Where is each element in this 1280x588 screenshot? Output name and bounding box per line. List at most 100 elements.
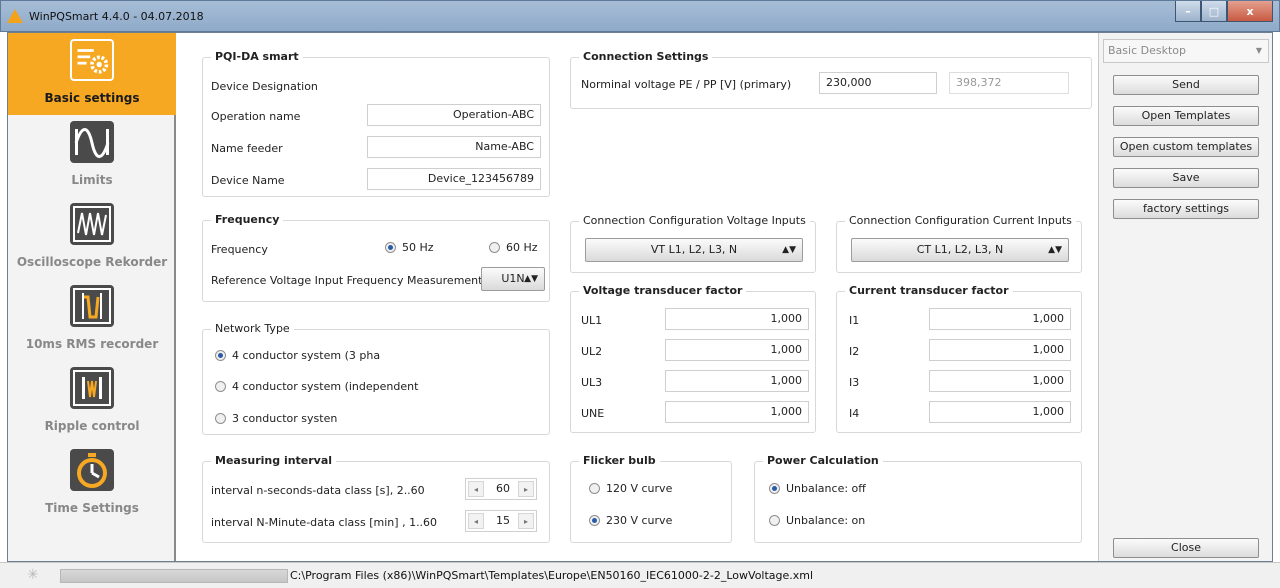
decrement-button[interactable]: ◂ bbox=[468, 513, 484, 529]
open-templates-button[interactable]: Open Templates bbox=[1113, 106, 1259, 126]
sidebar-item-label: Basic settings bbox=[44, 91, 140, 105]
nominal-voltage-pp-input: 398,372 bbox=[949, 72, 1069, 94]
flicker-120v-radio[interactable]: 120 V curve bbox=[589, 482, 672, 495]
network-4-conductor-3pha-radio[interactable]: 4 conductor system (3 pha bbox=[215, 349, 380, 362]
maximize-button[interactable]: □ bbox=[1201, 1, 1227, 22]
radio-label: Unbalance: off bbox=[786, 482, 866, 495]
network-4-conductor-independent-radio[interactable]: 4 conductor system (independent bbox=[215, 380, 418, 393]
radio-dot bbox=[589, 515, 600, 526]
une-input[interactable]: 1,000 bbox=[665, 401, 809, 423]
power-calculation-group: Power Calculation Unbalance: off Unbalan… bbox=[754, 454, 1082, 543]
sidebar-item-time-settings[interactable]: Time Settings bbox=[8, 443, 176, 525]
window-controls: – □ x bbox=[1175, 1, 1273, 23]
unbalance-on-radio[interactable]: Unbalance: on bbox=[769, 514, 865, 527]
group-title: Connection Settings bbox=[579, 50, 713, 63]
sidebar-item-ripple-control[interactable]: Ripple control bbox=[8, 361, 176, 443]
sidebar: Basic settings Limits Oscilloscope Rekor… bbox=[8, 33, 176, 561]
sidebar-item-basic-settings[interactable]: Basic settings bbox=[8, 33, 176, 115]
stepper-value: 15 bbox=[496, 514, 510, 527]
radio-label: 3 conductor systen bbox=[232, 412, 338, 425]
ul3-input[interactable]: 1,000 bbox=[665, 370, 809, 392]
n-seconds-stepper[interactable]: ◂ 60 ▸ bbox=[465, 478, 537, 500]
group-title: Connection Configuration Voltage Inputs bbox=[579, 214, 810, 227]
current-inputs-select[interactable]: CT L1, L2, L3, N ▲▼ bbox=[851, 238, 1069, 262]
main-window: Basic settings Limits Oscilloscope Rekor… bbox=[7, 32, 1273, 562]
reference-voltage-select[interactable]: U1N ▲▼ bbox=[481, 267, 545, 291]
ul3-label: UL3 bbox=[581, 376, 603, 389]
stopwatch-icon bbox=[70, 449, 114, 491]
frequency-50hz-radio[interactable]: 50 Hz bbox=[385, 241, 434, 254]
i1-input[interactable]: 1,000 bbox=[929, 308, 1071, 330]
pqi-da-smart-group: PQI-DA smart Device Designation Operatio… bbox=[202, 50, 550, 197]
open-custom-templates-button[interactable]: Open custom templates bbox=[1113, 137, 1259, 157]
i3-label: I3 bbox=[849, 376, 860, 389]
close-button[interactable]: Close bbox=[1113, 538, 1259, 558]
group-title: Current transducer factor bbox=[845, 284, 1013, 297]
preset-select[interactable]: Basic Desktop ▼ bbox=[1103, 39, 1269, 63]
group-title: Power Calculation bbox=[763, 454, 883, 467]
actions-panel: Basic Desktop ▼ Send Open Templates Open… bbox=[1098, 33, 1272, 561]
voltage-inputs-select[interactable]: VT L1, L2, L3, N ▲▼ bbox=[585, 238, 803, 262]
nominal-voltage-pe-input[interactable]: 230,000 bbox=[819, 72, 937, 94]
close-window-button[interactable]: x bbox=[1227, 1, 1273, 22]
n-seconds-label: interval n-seconds-data class [s], 2..60 bbox=[211, 484, 425, 497]
name-feeder-label: Name feeder bbox=[211, 142, 283, 155]
title-bar: WinPQSmart 4.4.0 - 04.07.2018 – □ x bbox=[0, 0, 1280, 32]
select-value: U1N bbox=[501, 272, 525, 285]
ul1-label: UL1 bbox=[581, 314, 603, 327]
group-title: Frequency bbox=[211, 213, 284, 226]
network-3-conductor-radio[interactable]: 3 conductor systen bbox=[215, 412, 337, 425]
radio-label: 4 conductor system (independent bbox=[232, 380, 419, 393]
ul2-input[interactable]: 1,000 bbox=[665, 339, 809, 361]
radio-label: 50 Hz bbox=[402, 241, 434, 254]
group-title: Measuring interval bbox=[211, 454, 337, 467]
unbalance-off-radio[interactable]: Unbalance: off bbox=[769, 482, 866, 495]
device-name-input[interactable]: Device_123456789 bbox=[367, 168, 541, 190]
chevron-down-icon: ▼ bbox=[1255, 46, 1262, 55]
sidebar-item-label: Time Settings bbox=[45, 501, 139, 515]
progress-fill bbox=[61, 570, 287, 582]
operation-name-input[interactable]: Operation-ABC bbox=[367, 104, 541, 126]
i4-input[interactable]: 1,000 bbox=[929, 401, 1071, 423]
decrement-button[interactable]: ◂ bbox=[468, 481, 484, 497]
group-title: Voltage transducer factor bbox=[579, 284, 747, 297]
send-button[interactable]: Send bbox=[1113, 75, 1259, 95]
oscilloscope-icon bbox=[70, 203, 114, 245]
i4-label: I4 bbox=[849, 407, 860, 420]
voltage-inputs-config-group: Connection Configuration Voltage Inputs … bbox=[570, 214, 816, 273]
group-title: PQI-DA smart bbox=[211, 50, 303, 63]
sidebar-item-limits[interactable]: Limits bbox=[8, 115, 176, 197]
une-label: UNE bbox=[581, 407, 605, 420]
i3-input[interactable]: 1,000 bbox=[929, 370, 1071, 392]
radio-dot bbox=[385, 242, 396, 253]
flicker-bulb-group: Flicker bulb 120 V curve 230 V curve bbox=[570, 454, 732, 543]
current-inputs-config-group: Connection Configuration Current Inputs … bbox=[836, 214, 1082, 273]
select-value: CT L1, L2, L3, N bbox=[916, 243, 1004, 256]
frequency-60hz-radio[interactable]: 60 Hz bbox=[489, 241, 538, 254]
factory-settings-button[interactable]: factory settings bbox=[1113, 199, 1259, 219]
radio-dot bbox=[215, 350, 226, 361]
sidebar-item-rms-recorder[interactable]: 10ms RMS recorder bbox=[8, 279, 176, 361]
minimize-button[interactable]: – bbox=[1175, 1, 1201, 22]
ul2-label: UL2 bbox=[581, 345, 603, 358]
radio-dot bbox=[215, 413, 226, 424]
radio-label: 120 V curve bbox=[606, 482, 673, 495]
increment-button[interactable]: ▸ bbox=[518, 481, 534, 497]
sidebar-item-label: 10ms RMS recorder bbox=[25, 337, 159, 351]
device-name-label: Device Name bbox=[211, 174, 285, 187]
i2-input[interactable]: 1,000 bbox=[929, 339, 1071, 361]
select-value: VT L1, L2, L3, N bbox=[650, 243, 738, 256]
sidebar-item-oscilloscope[interactable]: Oscilloscope Rekorder bbox=[8, 197, 176, 279]
measuring-interval-group: Measuring interval interval n-seconds-da… bbox=[202, 454, 550, 543]
operation-name-label: Operation name bbox=[211, 110, 301, 123]
stepper-value: 60 bbox=[496, 482, 510, 495]
nominal-voltage-label: Norminal voltage PE / PP [V] (primary) bbox=[581, 78, 792, 91]
name-feeder-input[interactable]: Name-ABC bbox=[367, 136, 541, 158]
n-minute-stepper[interactable]: ◂ 15 ▸ bbox=[465, 510, 537, 532]
flicker-230v-radio[interactable]: 230 V curve bbox=[589, 514, 672, 527]
increment-button[interactable]: ▸ bbox=[518, 513, 534, 529]
save-button[interactable]: Save bbox=[1113, 168, 1259, 188]
progress-bar bbox=[60, 569, 288, 583]
ul1-input[interactable]: 1,000 bbox=[665, 308, 809, 330]
radio-dot bbox=[769, 483, 780, 494]
